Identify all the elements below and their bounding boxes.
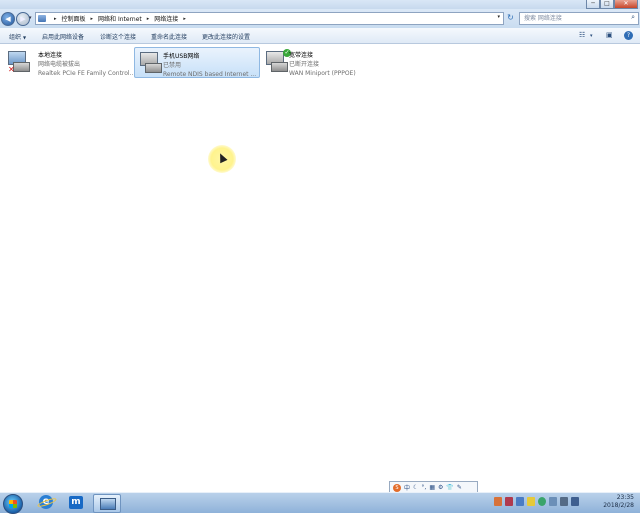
forward-button[interactable]: ▶: [16, 12, 30, 26]
maxthon-browser-icon: m: [69, 496, 83, 509]
connection-tile-usb[interactable]: 手机USB网络 已禁用 Remote NDIS based Internet .…: [134, 47, 260, 78]
ime-punctuation-icon[interactable]: °,: [421, 484, 426, 491]
view-dropdown-icon[interactable]: ▾: [590, 33, 593, 42]
connection-device: Realtek PCIe FE Family Control...: [38, 70, 136, 77]
connection-status: 已禁用: [163, 62, 182, 69]
tray-security-icon[interactable]: [505, 497, 513, 506]
address-bar[interactable]: ▸ 控制面板 ▸ 网络和 Internet ▸ 网络连接 ▸ ▾: [35, 12, 504, 25]
ime-keyboard-icon[interactable]: ▦: [429, 484, 435, 491]
address-row: ◀ ▶ ▾ ▸ 控制面板 ▸ 网络和 Internet ▸ 网络连接 ▸ ▾ ↻…: [0, 9, 640, 28]
rename-button[interactable]: 重命名此连接: [151, 32, 187, 41]
internet-explorer-icon: e: [39, 495, 53, 509]
back-button[interactable]: ◀: [1, 12, 15, 26]
organize-button[interactable]: 组织 ▼: [9, 32, 26, 41]
ime-moon-icon[interactable]: ☾: [413, 484, 418, 491]
breadcrumb-separator[interactable]: ▸: [54, 16, 57, 22]
search-box[interactable]: ⌕: [519, 12, 639, 25]
connection-device: WAN Miniport (PPPOE): [289, 70, 356, 77]
breadcrumb-separator[interactable]: ▸: [183, 16, 186, 22]
breadcrumb-separator[interactable]: ▸: [147, 16, 150, 22]
tray-flag-icon[interactable]: [527, 497, 535, 506]
unplugged-x-icon: ✕: [8, 65, 15, 74]
connection-tile-local[interactable]: ✕ 本地连接 网络电缆被拔出 Realtek PCIe FE Family Co…: [3, 47, 135, 77]
tray-volume-icon[interactable]: [560, 497, 568, 506]
ime-skin-icon[interactable]: 👕: [446, 484, 453, 491]
taskbar-maxthon-button[interactable]: m: [63, 494, 89, 511]
breadcrumb-separator[interactable]: ▸: [91, 16, 94, 22]
tray-network-icon[interactable]: [549, 497, 557, 506]
refresh-icon[interactable]: ↻: [505, 13, 516, 23]
connection-name: 本地连接: [38, 52, 63, 59]
clock[interactable]: 23:35 2018/2/28: [592, 494, 634, 510]
window-controls: ─ □ ✕: [586, 0, 638, 9]
start-button[interactable]: [3, 494, 23, 514]
enable-device-button[interactable]: 启用此网络设备: [42, 32, 84, 41]
search-input[interactable]: [520, 13, 624, 24]
breadcrumb-network-internet[interactable]: 网络和 Internet: [98, 14, 142, 23]
preview-pane-icon[interactable]: ▣: [606, 31, 613, 40]
taskbar-ie-button[interactable]: e: [33, 494, 59, 511]
local-connection-icon: ✕: [8, 50, 34, 74]
ime-tools-icon[interactable]: ⚙: [438, 484, 443, 491]
organize-arrow-icon: ▼: [23, 35, 27, 40]
tray-cloud-icon[interactable]: [516, 497, 524, 506]
close-button[interactable]: ✕: [614, 0, 638, 9]
breadcrumb: ▸ 控制面板 ▸ 网络和 Internet ▸ 网络连接 ▸: [49, 14, 191, 24]
breadcrumb-network-connections[interactable]: 网络连接: [154, 14, 178, 23]
diagnose-button[interactable]: 诊断这个连接: [100, 32, 136, 41]
breadcrumb-control-panel[interactable]: 控制面板: [62, 14, 86, 23]
clock-time: 23:35: [616, 494, 634, 501]
connection-list: ✕ 本地连接 网络电缆被拔出 Realtek PCIe FE Family Co…: [0, 44, 640, 481]
recent-pages-dropdown[interactable]: ▾: [29, 15, 32, 21]
connection-device: Remote NDIS based Internet ...: [163, 71, 257, 78]
taskbar-network-window-button[interactable]: [93, 494, 121, 513]
ime-wrench-icon[interactable]: ✎: [457, 484, 462, 491]
search-icon[interactable]: ⌕: [631, 13, 635, 22]
connection-name: 手机USB网络: [163, 53, 200, 60]
tray-chat-icon[interactable]: [538, 497, 546, 506]
windows-logo-icon: [9, 500, 17, 508]
network-connections-icon: [100, 498, 116, 510]
system-tray: [494, 497, 579, 506]
connection-tile-broadband[interactable]: ✓ 宽带连接 已断开连接 WAN Miniport (PPPOE): [261, 47, 371, 77]
maximize-button[interactable]: □: [600, 0, 614, 9]
command-bar: 组织 ▼ 启用此网络设备 诊断这个连接 重命名此连接 更改此连接的设置 ☷ ▾ ▣…: [0, 28, 640, 44]
tray-app-icon[interactable]: [494, 497, 502, 506]
organize-label: 组织: [9, 34, 22, 41]
minimize-button[interactable]: ─: [586, 0, 600, 9]
connection-status: 已断开连接: [289, 61, 320, 68]
address-dropdown-icon[interactable]: ▾: [497, 14, 500, 20]
ime-logo-icon[interactable]: S: [393, 483, 401, 492]
clock-date: 2018/2/28: [603, 502, 634, 509]
change-settings-button[interactable]: 更改此连接的设置: [202, 32, 250, 41]
title-bar: ─ □ ✕: [0, 0, 640, 9]
tray-display-icon[interactable]: [571, 497, 579, 506]
taskbar: e m 23:35 2018/2/28: [0, 492, 640, 514]
connection-name: 宽带连接: [289, 52, 314, 59]
view-options-icon[interactable]: ☷: [579, 31, 585, 40]
connection-status: 网络电缆被拔出: [38, 61, 81, 68]
ime-mode-label[interactable]: 中: [404, 483, 410, 492]
control-panel-icon: [38, 15, 46, 22]
help-icon[interactable]: ?: [624, 31, 633, 40]
